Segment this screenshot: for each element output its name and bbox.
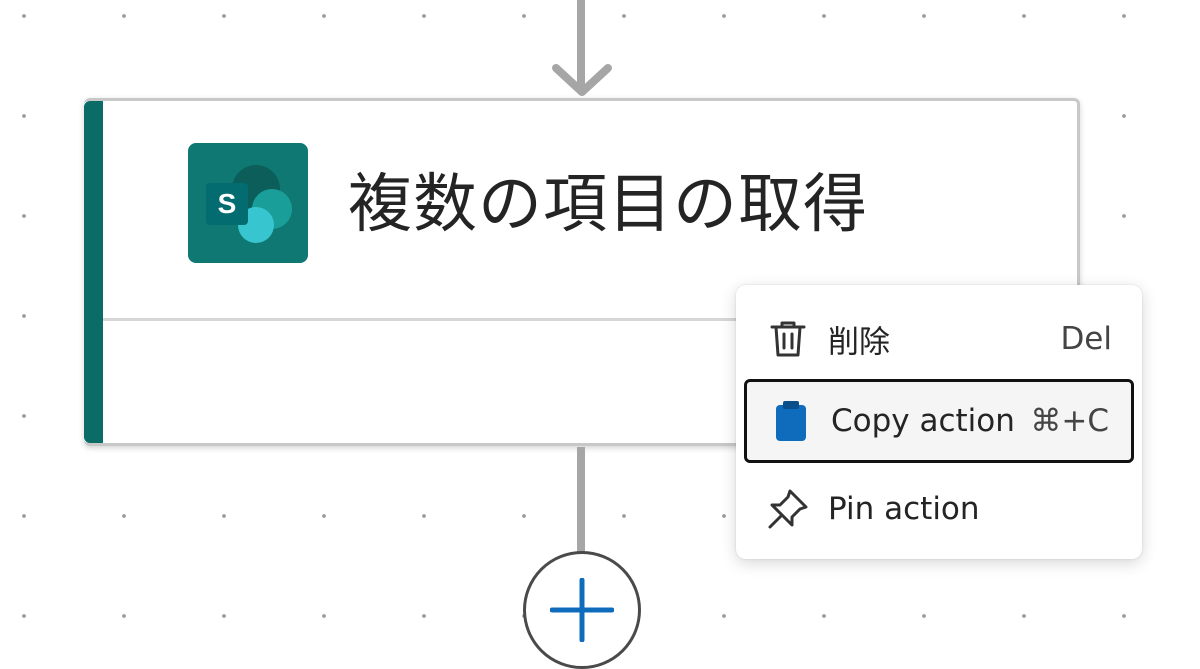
add-action-button[interactable] bbox=[523, 551, 641, 669]
sharepoint-icon: S bbox=[188, 143, 308, 263]
action-title: 複数の項目の取得 bbox=[348, 168, 868, 242]
context-menu: 削除 Del Copy action ⌘+C Pin action bbox=[736, 285, 1142, 559]
clipboard-icon bbox=[776, 401, 806, 441]
menu-item-shortcut: Del bbox=[1060, 321, 1112, 357]
card-accent-bar bbox=[84, 101, 103, 443]
menu-item-shortcut: ⌘+C bbox=[1030, 403, 1109, 439]
plus-icon bbox=[550, 578, 614, 642]
menu-item-label: 削除 bbox=[828, 324, 890, 361]
menu-item-label: Pin action bbox=[828, 491, 980, 527]
menu-item-copy-action[interactable]: Copy action ⌘+C bbox=[744, 379, 1134, 463]
sharepoint-letter: S bbox=[218, 188, 237, 219]
trash-icon bbox=[770, 321, 806, 357]
connector-line-bottom bbox=[577, 447, 585, 553]
arrow-down-icon bbox=[552, 64, 612, 96]
menu-item-pin-action[interactable]: Pin action bbox=[744, 467, 1134, 551]
pin-icon bbox=[768, 489, 808, 529]
menu-item-delete[interactable]: 削除 Del bbox=[744, 297, 1134, 381]
menu-item-label: Copy action bbox=[831, 403, 1015, 439]
